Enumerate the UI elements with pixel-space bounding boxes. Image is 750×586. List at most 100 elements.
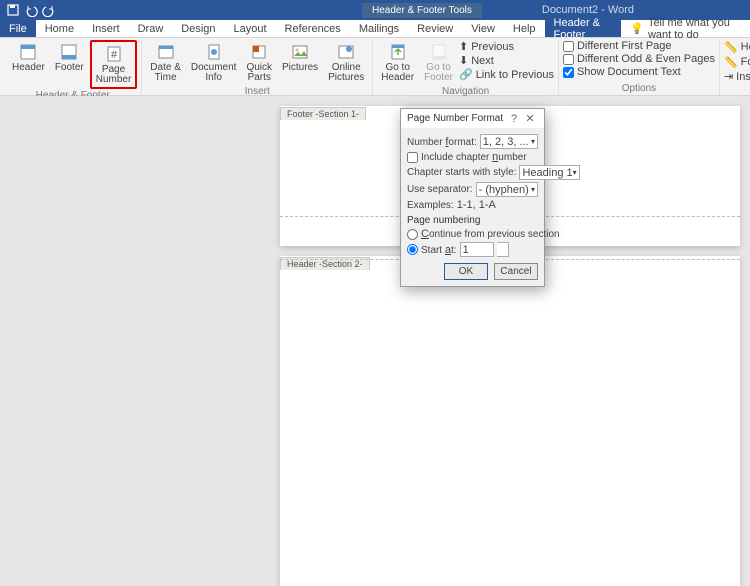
show-document-text-label: Show Document Text [577, 66, 681, 78]
tell-me-placeholder: Tell me what you want to do [648, 17, 741, 41]
pictures-button[interactable]: Pictures [278, 40, 322, 75]
start-at-input[interactable] [460, 242, 494, 257]
header-icon [18, 42, 38, 62]
quick-parts-button[interactable]: QuickParts [242, 40, 276, 85]
spinner-icon[interactable] [497, 242, 509, 257]
group-insert: Date &Time DocumentInfo QuickParts Pictu… [142, 40, 373, 95]
group-position: 📏Header from Top: 📏Footer from Bottom: ⇥… [720, 40, 750, 95]
document-info-button[interactable]: DocumentInfo [187, 40, 241, 85]
group-label-options: Options [563, 82, 715, 95]
goto-footer-icon [429, 42, 449, 62]
footer-label: Footer [55, 63, 84, 73]
tab-icon: ⇥ [724, 70, 733, 83]
group-header-footer: Header Footer #PageNumber Header & Foote… [4, 40, 142, 95]
ruler-icon: 📏 [724, 56, 738, 69]
different-first-page-label: Different First Page [577, 40, 672, 52]
footer-icon [59, 42, 79, 62]
ok-button[interactable]: OK [444, 263, 488, 280]
different-first-page-checkbox[interactable]: Different First Page [563, 40, 715, 52]
previous-button[interactable]: ⬆Previous [459, 40, 554, 53]
date-time-icon [156, 42, 176, 62]
header-from-top-row: 📏Header from Top: [724, 40, 750, 54]
separator-value: - (hyphen) [479, 184, 529, 196]
next-icon: ⬇ [459, 54, 468, 67]
tab-help[interactable]: Help [504, 20, 545, 37]
document-area: Footer -Section 1- Header -Section 2- [0, 96, 750, 500]
number-format-value: 1, 2, 3, ... [483, 136, 529, 148]
different-odd-even-checkbox[interactable]: Different Odd & Even Pages [563, 53, 715, 65]
start-at-radio[interactable]: Start at: [407, 242, 538, 257]
tab-header-footer[interactable]: Header & Footer [545, 20, 622, 37]
tab-layout[interactable]: Layout [225, 20, 276, 37]
tab-review[interactable]: Review [408, 20, 462, 37]
header-label: Header [12, 63, 45, 73]
group-navigation: Go toHeader Go toFooter ⬆Previous ⬇Next … [373, 40, 559, 95]
footer-section-tag: Footer -Section 1- [280, 107, 366, 120]
document-info-label: DocumentInfo [191, 63, 237, 83]
chapter-style-select: Heading 1▾ [519, 165, 579, 180]
save-icon[interactable] [6, 3, 20, 17]
dialog-help-button[interactable]: ? [506, 113, 522, 125]
title-bar: Header & Footer Tools Document2 - Word [0, 0, 750, 20]
continue-radio[interactable]: Continue from previous section [407, 228, 538, 240]
cancel-button[interactable]: Cancel [494, 263, 538, 280]
svg-text:#: # [110, 49, 117, 61]
date-time-button[interactable]: Date &Time [146, 40, 185, 85]
link-to-previous-label: Link to Previous [476, 69, 554, 81]
number-format-label: Number format: [407, 136, 477, 148]
redo-icon[interactable] [42, 3, 56, 17]
examples-value: 1-1, 1-A [457, 199, 496, 211]
contextual-tab-label: Header & Footer Tools [362, 3, 482, 18]
footer-from-bottom-row: 📏Footer from Bottom: [724, 55, 750, 69]
undo-icon[interactable] [24, 3, 38, 17]
page-2: Header -Section 2- [280, 256, 740, 586]
footer-button[interactable]: Footer [51, 40, 88, 75]
next-label: Next [471, 55, 494, 67]
goto-header-icon [388, 42, 408, 62]
tab-insert[interactable]: Insert [83, 20, 129, 37]
show-document-text-checkbox[interactable]: Show Document Text [563, 66, 715, 78]
start-at-label: Start at: [421, 244, 457, 256]
tab-draw[interactable]: Draw [129, 20, 173, 37]
header-from-top-label: Header from Top: [741, 41, 750, 53]
lightbulb-icon: 💡 [630, 22, 644, 35]
footer-from-bottom-label: Footer from Bottom: [741, 56, 750, 68]
examples-label: Examples: [407, 200, 454, 211]
tab-mailings[interactable]: Mailings [350, 20, 408, 37]
dialog-close-button[interactable]: ✕ [522, 112, 538, 125]
include-chapter-checkbox[interactable]: Include chapter number [407, 151, 538, 163]
include-chapter-label: Include chapter number [421, 151, 527, 163]
online-pictures-button[interactable]: OnlinePictures [324, 40, 368, 85]
header-button[interactable]: Header [8, 40, 49, 75]
online-pictures-label: OnlinePictures [328, 63, 364, 83]
link-to-previous-button: 🔗Link to Previous [459, 68, 554, 81]
goto-footer-button[interactable]: Go toFooter [420, 40, 457, 85]
tab-references[interactable]: References [276, 20, 350, 37]
tab-view[interactable]: View [462, 20, 504, 37]
group-label-position: Position [724, 83, 750, 96]
ruler-icon: 📏 [724, 41, 738, 54]
chapter-style-label: Chapter starts with style: [407, 167, 516, 178]
insert-alignment-tab-label: Insert Alignment Tab [736, 71, 750, 83]
date-time-label: Date &Time [150, 63, 181, 83]
page-number-button[interactable]: #PageNumber [90, 40, 138, 89]
insert-alignment-tab-button[interactable]: ⇥Insert Alignment Tab [724, 70, 750, 83]
ribbon: Header Footer #PageNumber Header & Foote… [0, 38, 750, 96]
separator-label: Use separator: [407, 184, 473, 195]
tell-me-search[interactable]: 💡 Tell me what you want to do [621, 20, 750, 37]
ribbon-tabs: File Home Insert Draw Design Layout Refe… [0, 20, 750, 38]
tab-design[interactable]: Design [172, 20, 224, 37]
next-button[interactable]: ⬇Next [459, 54, 554, 67]
goto-footer-label: Go toFooter [424, 63, 453, 83]
separator-select: - (hyphen)▾ [476, 182, 538, 197]
goto-header-button[interactable]: Go toHeader [377, 40, 418, 85]
document-info-icon [204, 42, 224, 62]
previous-label: Previous [471, 41, 514, 53]
tab-home[interactable]: Home [36, 20, 83, 37]
number-format-select[interactable]: 1, 2, 3, ...▾ [480, 134, 538, 149]
link-icon: 🔗 [459, 68, 473, 81]
chevron-down-icon: ▾ [573, 168, 577, 177]
page-numbering-section: Page numbering [407, 215, 538, 226]
quick-parts-label: QuickParts [246, 63, 272, 83]
tab-file[interactable]: File [0, 20, 36, 37]
